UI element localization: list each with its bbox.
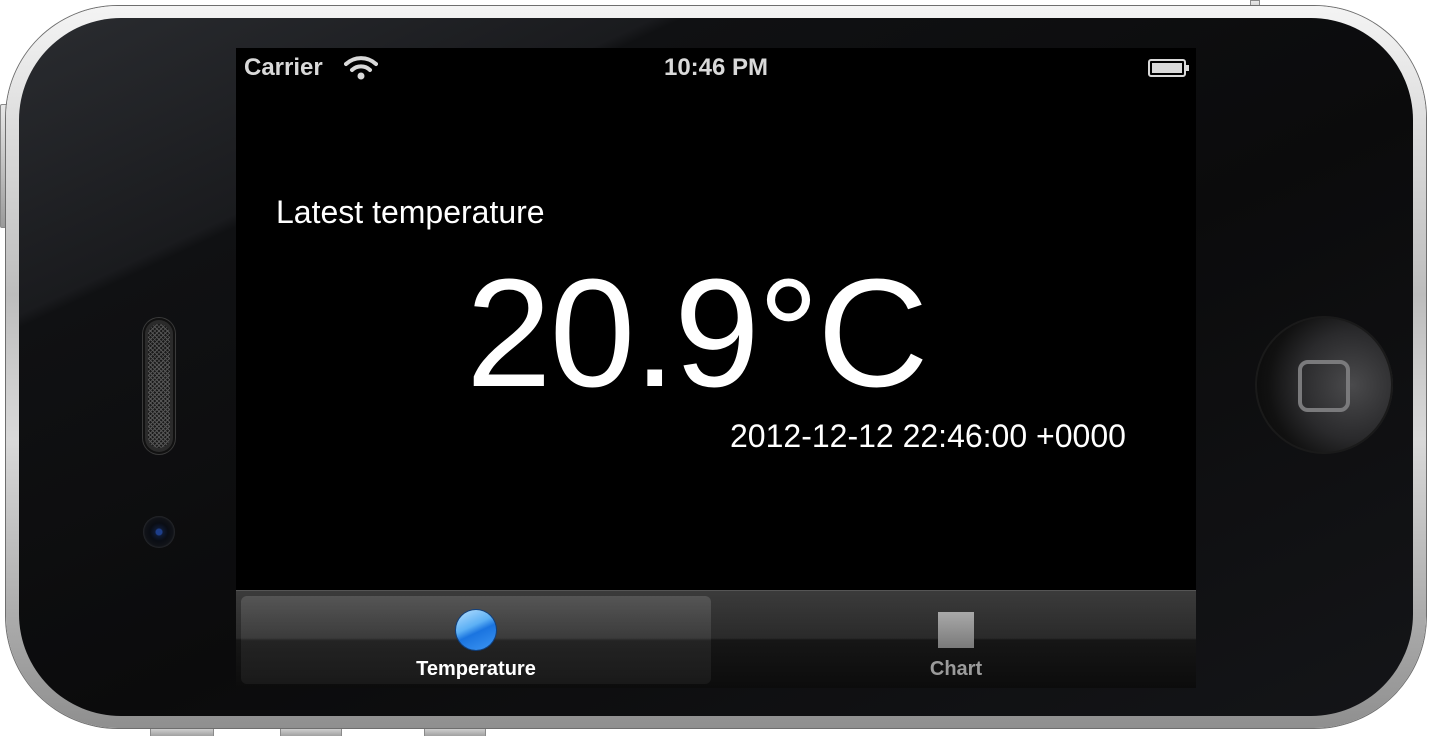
home-button[interactable] [1255,316,1393,454]
status-time: 10:46 PM [663,54,769,81]
tab-chart[interactable]: Chart [721,596,1191,684]
device-screen: Carrier 10:46 PM Latest temperature 20.9… [236,48,1196,688]
temperature-value: 20.9°C [466,247,929,419]
tab-bar: Temperature Chart [236,590,1196,688]
speaker-mesh [148,324,170,448]
status-bar: Carrier 10:46 PM [236,48,1196,88]
temperature-timestamp: 2012-12-12 22:46:00 +0000 [730,418,1126,454]
tab-temperature[interactable]: Temperature [241,596,711,684]
simulator-window: Carrier 10:46 PM Latest temperature 20.9… [0,0,1432,736]
circle-icon [456,610,496,650]
speaker-grille [143,318,175,454]
front-camera-icon [143,516,175,548]
home-square-icon [1298,360,1350,412]
square-icon [938,612,974,648]
battery-full-icon [1148,59,1189,77]
tab-chart-label: Chart [929,658,983,680]
latest-temperature-label: Latest temperature [276,194,545,230]
tab-temperature-label: Temperature [416,658,536,680]
